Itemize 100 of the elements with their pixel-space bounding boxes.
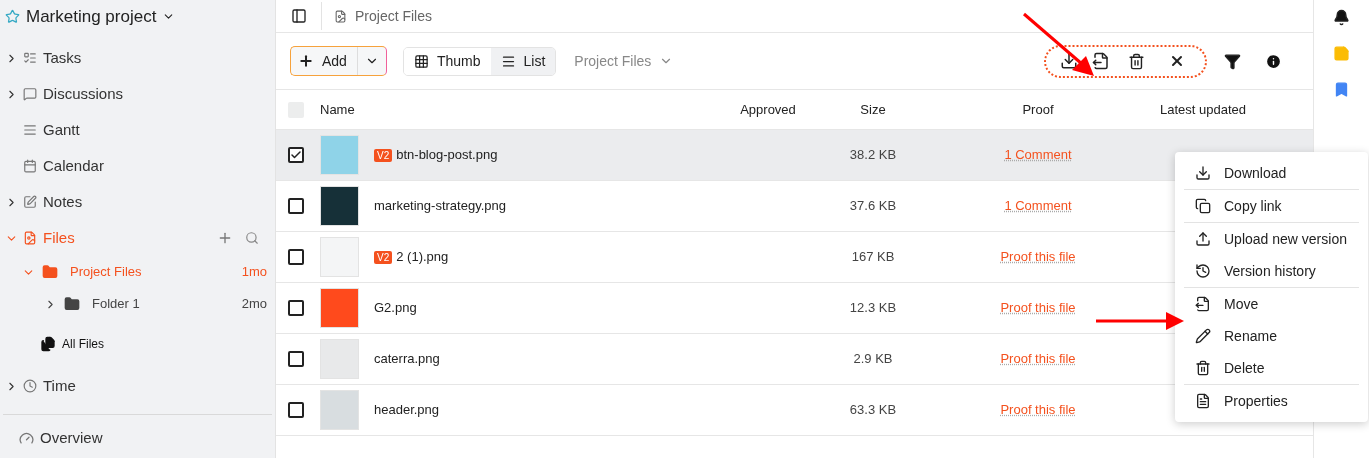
- file-size: 38.2 KB: [848, 146, 898, 165]
- proof-link[interactable]: Proof this file: [1000, 402, 1076, 418]
- file-name[interactable]: marketing-strategy.png: [374, 196, 506, 216]
- nav-item[interactable]: Notes: [0, 184, 275, 220]
- nav-icon: [23, 87, 37, 101]
- column-header[interactable]: Latest updated: [1146, 99, 1260, 120]
- thumbnail-placeholder: [320, 288, 359, 328]
- folder-name: Project Files: [70, 263, 142, 282]
- file-name[interactable]: header.png: [374, 400, 440, 420]
- move-icon[interactable]: [1092, 52, 1110, 70]
- menu-item-icon: [1195, 296, 1211, 312]
- files-icon: [40, 336, 56, 352]
- file-name[interactable]: btn-blog-post.png: [396, 145, 498, 165]
- check-icon: [290, 149, 302, 161]
- nav-label[interactable]: Overview: [40, 426, 103, 450]
- row-checkbox[interactable]: [288, 249, 304, 265]
- row-checkbox[interactable]: [288, 402, 304, 418]
- thumbnail-placeholder: [320, 186, 359, 226]
- menu-item[interactable]: Version history: [1184, 255, 1359, 287]
- gauge-icon: [19, 430, 34, 446]
- grid-icon: [413, 53, 429, 69]
- download-icon[interactable]: [1060, 52, 1078, 70]
- folder-dropdown[interactable]: Project Files: [574, 50, 674, 72]
- plus-icon: [298, 53, 314, 69]
- menu-item[interactable]: Download: [1184, 157, 1359, 189]
- close-icon[interactable]: [1169, 53, 1185, 69]
- folder-age: 1mo: [241, 263, 267, 282]
- nav-icon: [23, 231, 37, 245]
- nav-label: Files: [43, 227, 75, 248]
- column-header[interactable]: Proof: [930, 99, 1146, 120]
- menu-item-icon: [1195, 393, 1211, 409]
- nav-label: Discussions: [43, 83, 124, 104]
- add-button[interactable]: Add: [291, 47, 357, 75]
- proof-link[interactable]: 1 Comment: [1004, 198, 1072, 214]
- file-name[interactable]: caterra.png: [374, 349, 440, 369]
- thumbnail-placeholder: [320, 135, 359, 175]
- row-checkbox[interactable]: [288, 351, 304, 367]
- folder-icon: [64, 296, 80, 312]
- nav-label: Time: [43, 375, 76, 396]
- folder-item[interactable]: Folder 1 2mo: [0, 288, 275, 320]
- proof-link[interactable]: Proof this file: [1000, 351, 1076, 367]
- add-icon[interactable]: [217, 230, 233, 246]
- nav-item[interactable]: Gantt: [0, 112, 275, 148]
- thumbnail-placeholder: [320, 339, 359, 379]
- row-checkbox[interactable]: [288, 300, 304, 316]
- nav-icon: [23, 51, 37, 65]
- project-title[interactable]: Marketing project: [26, 3, 157, 30]
- breadcrumb[interactable]: Project Files: [355, 5, 433, 27]
- nav-item[interactable]: Discussions: [0, 76, 275, 112]
- file-name[interactable]: 2 (1).png: [396, 247, 449, 267]
- menu-item[interactable]: Move: [1184, 288, 1359, 320]
- menu-item-icon: [1195, 263, 1211, 279]
- all-files-link[interactable]: All Files: [62, 335, 104, 353]
- sidebar-toggle-icon[interactable]: [291, 8, 307, 24]
- nav-item[interactable]: Time: [0, 368, 275, 404]
- nav-icon: [23, 195, 37, 209]
- file-name[interactable]: G2.png: [374, 298, 417, 318]
- thumbnail-placeholder: [320, 237, 359, 277]
- proof-link[interactable]: Proof this file: [1000, 249, 1076, 265]
- menu-item[interactable]: Rename: [1184, 320, 1359, 352]
- column-header[interactable]: Approved: [720, 99, 816, 120]
- view-tab[interactable]: List: [490, 47, 556, 75]
- menu-item[interactable]: Upload new version: [1184, 223, 1359, 255]
- list-icon: [500, 53, 516, 69]
- menu-item[interactable]: Properties: [1184, 385, 1359, 417]
- star-icon[interactable]: [5, 9, 20, 24]
- search-icon[interactable]: [245, 231, 259, 245]
- file-size: 63.3 KB: [848, 401, 898, 420]
- filter-icon[interactable]: [1224, 52, 1241, 70]
- thumbnail-placeholder: [320, 390, 359, 430]
- file-size: 2.9 KB: [852, 350, 894, 369]
- column-header[interactable]: Name: [320, 99, 720, 120]
- menu-item-icon: [1195, 231, 1211, 247]
- row-checkbox[interactable]: [288, 198, 304, 214]
- proof-link[interactable]: Proof this file: [1000, 300, 1076, 316]
- menu-item[interactable]: Delete: [1184, 352, 1359, 384]
- menu-item-icon: [1195, 328, 1211, 344]
- bell-icon[interactable]: [1333, 9, 1350, 26]
- nav-item[interactable]: Tasks: [0, 40, 275, 76]
- row-checkbox[interactable]: [288, 147, 304, 163]
- menu-item[interactable]: Copy link: [1184, 190, 1359, 222]
- nav-label: Tasks: [43, 47, 82, 68]
- nav-item[interactable]: Calendar: [0, 148, 275, 184]
- menu-item-icon: [1195, 198, 1211, 214]
- nav-icon: [23, 379, 37, 393]
- column-header[interactable]: Size: [816, 99, 930, 120]
- bookmark-icon[interactable]: [1333, 81, 1350, 98]
- delete-icon[interactable]: [1128, 52, 1145, 70]
- folder-age: 2mo: [241, 295, 267, 314]
- file-icon: [334, 9, 347, 23]
- info-icon[interactable]: [1265, 52, 1282, 70]
- folder-icon: [42, 264, 58, 280]
- folder-name: Folder 1: [92, 295, 140, 314]
- menu-item-icon: [1195, 360, 1211, 376]
- nav-icon: [23, 159, 37, 173]
- file-size: 37.6 KB: [848, 197, 898, 216]
- menu-item-icon: [1195, 165, 1211, 181]
- nav-icon: [23, 123, 37, 137]
- version-badge: V2: [374, 250, 393, 264]
- nav-label: Calendar: [43, 155, 104, 176]
